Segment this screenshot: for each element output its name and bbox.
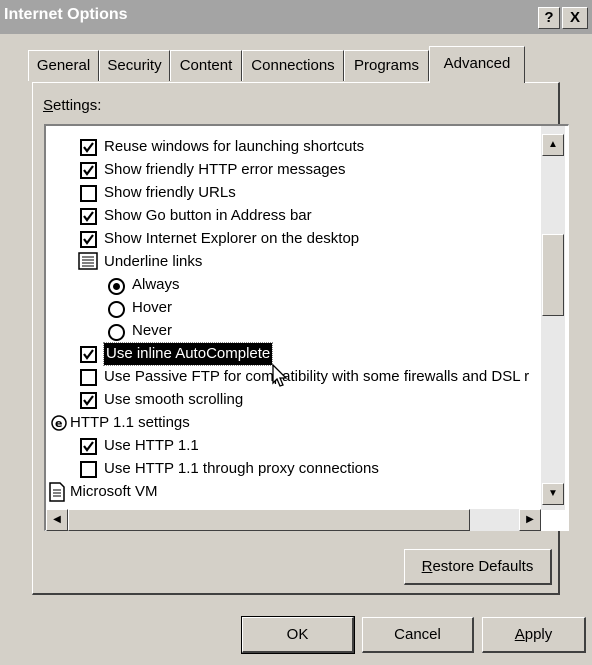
scroll-down-button[interactable]: ▼ bbox=[542, 483, 564, 505]
radio-icon[interactable] bbox=[108, 324, 125, 341]
mouse-cursor-icon bbox=[272, 363, 288, 392]
setting-show-go-button-in-address-bar[interactable]: Show Go button in Address bar bbox=[46, 205, 566, 227]
setting-underline-links: Underline links bbox=[46, 251, 566, 273]
vertical-scrollbar[interactable]: ▲ ▼ bbox=[541, 126, 565, 510]
setting-http-1-1-settings: e HTTP 1.1 settings bbox=[46, 412, 566, 434]
setting-label: Show Go button in Address bar bbox=[104, 207, 312, 224]
document-icon bbox=[48, 482, 66, 509]
setting-label: Reuse windows for launching shortcuts bbox=[104, 138, 365, 155]
setting-use-http-1-1[interactable]: Use HTTP 1.1 bbox=[46, 435, 566, 457]
help-button[interactable]: ? bbox=[538, 7, 560, 29]
apply-button[interactable]: Apply bbox=[482, 617, 586, 653]
window-title: Internet Options bbox=[4, 6, 128, 23]
setting-reuse-windows-for-launching-shortcuts[interactable]: Reuse windows for launching shortcuts bbox=[46, 136, 566, 158]
checked-checkbox-icon[interactable] bbox=[80, 208, 97, 225]
close-button[interactable]: X bbox=[562, 7, 588, 29]
checkbox-icon[interactable] bbox=[80, 461, 97, 478]
settings-label: Settings: bbox=[43, 97, 102, 114]
radio-icon[interactable] bbox=[108, 301, 125, 318]
tab-advanced[interactable]: Advanced bbox=[429, 46, 525, 83]
ok-button[interactable]: OK bbox=[241, 616, 355, 654]
title-bar: Internet Options ? X bbox=[0, 0, 592, 34]
scroll-right-button[interactable]: ▶ bbox=[519, 509, 541, 531]
tab-programs[interactable]: Programs bbox=[344, 50, 429, 81]
setting-show-internet-explorer-on-the-desktop[interactable]: Show Internet Explorer on the desktop bbox=[46, 228, 566, 250]
checked-checkbox-icon[interactable] bbox=[80, 162, 97, 179]
tab-security[interactable]: Security bbox=[99, 50, 170, 81]
setting-hover[interactable]: Hover bbox=[46, 297, 566, 319]
tab-content[interactable]: Content bbox=[170, 50, 242, 81]
setting-label: Use Passive FTP for compatibility with s… bbox=[104, 368, 530, 385]
setting-label: HTTP 1.1 settings bbox=[70, 414, 190, 431]
setting-microsoft-vm: Microsoft VM bbox=[46, 481, 566, 503]
checkbox-icon[interactable] bbox=[80, 369, 97, 386]
setting-label: Show Internet Explorer on the desktop bbox=[104, 230, 360, 247]
setting-label: Show friendly URLs bbox=[104, 184, 236, 201]
setting-show-friendly-http-error-messages[interactable]: Show friendly HTTP error messages bbox=[46, 159, 566, 181]
checked-checkbox-icon[interactable] bbox=[80, 392, 97, 409]
setting-use-passive-ftp-for-compatibility-with-some-firewalls-and-dsl-r[interactable]: Use Passive FTP for compatibility with s… bbox=[46, 366, 566, 388]
setting-label: Use inline AutoComplete bbox=[102, 342, 274, 366]
setting-label: Never bbox=[132, 322, 173, 339]
scroll-up-button[interactable]: ▲ bbox=[542, 134, 564, 156]
setting-label: Use smooth scrolling bbox=[104, 391, 244, 408]
checked-checkbox-icon[interactable] bbox=[80, 346, 97, 363]
setting-label: Microsoft VM bbox=[70, 483, 158, 500]
checkbox-icon[interactable] bbox=[80, 185, 97, 202]
setting-use-http-1-1-through-proxy-connections[interactable]: Use HTTP 1.1 through proxy connections bbox=[46, 458, 566, 480]
cancel-button[interactable]: Cancel bbox=[362, 617, 474, 653]
setting-label: Use HTTP 1.1 bbox=[104, 437, 199, 454]
horizontal-scroll-thumb[interactable] bbox=[68, 509, 470, 531]
setting-label: Hover bbox=[132, 299, 173, 316]
scroll-left-button[interactable]: ◀ bbox=[46, 509, 68, 531]
tab-general[interactable]: General bbox=[28, 50, 99, 81]
setting-never[interactable]: Never bbox=[46, 320, 566, 342]
horizontal-scrollbar[interactable]: ◀ ▶ bbox=[46, 509, 541, 531]
checked-checkbox-icon[interactable] bbox=[80, 438, 97, 455]
setting-show-friendly-urls[interactable]: Show friendly URLs bbox=[46, 182, 566, 204]
tab-connections[interactable]: Connections bbox=[242, 50, 344, 81]
setting-label: Show friendly HTTP error messages bbox=[104, 161, 346, 178]
svg-text:e: e bbox=[55, 417, 62, 430]
setting-label: Always bbox=[132, 276, 180, 293]
setting-use-inline-autocomplete[interactable]: Use inline AutoComplete bbox=[46, 342, 566, 366]
setting-label: Use HTTP 1.1 through proxy connections bbox=[104, 460, 379, 477]
setting-label: Underline links bbox=[104, 253, 203, 270]
selected-radio-icon[interactable] bbox=[108, 278, 125, 295]
setting-always[interactable]: Always bbox=[46, 274, 566, 296]
checked-checkbox-icon[interactable] bbox=[80, 231, 97, 248]
restore-defaults-button[interactable]: Restore Defaults bbox=[404, 549, 552, 585]
settings-list[interactable]: Reuse windows for launching shortcuts Sho… bbox=[44, 124, 569, 531]
setting-use-smooth-scrolling[interactable]: Use smooth scrolling bbox=[46, 389, 566, 411]
vertical-scroll-thumb[interactable] bbox=[542, 234, 564, 316]
checked-checkbox-icon[interactable] bbox=[80, 139, 97, 156]
